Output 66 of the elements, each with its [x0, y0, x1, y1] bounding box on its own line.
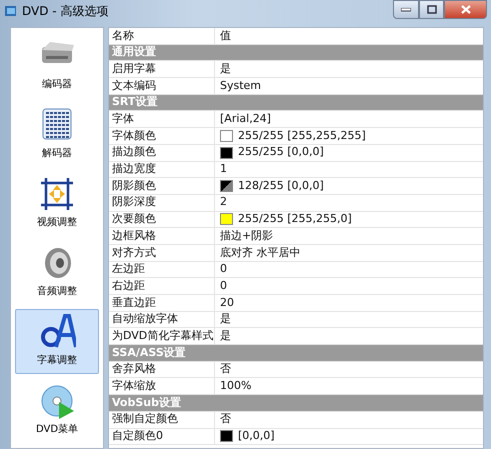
property-value: 255/255 [0,0,0]	[238, 144, 324, 160]
property-name: 自定颜色0	[112, 428, 163, 444]
property-name: 垂直边距	[112, 294, 156, 311]
maximize-button[interactable]	[419, 0, 444, 19]
sidebar-item[interactable]: 视频调整	[15, 171, 99, 236]
app-icon	[4, 4, 18, 18]
sidebar-item[interactable]: 字幕调整	[15, 309, 99, 374]
property-name: 次要颜色	[112, 211, 156, 228]
minimize-icon	[401, 8, 411, 12]
column-header: 值	[220, 28, 231, 44]
sidebar-item[interactable]: 编码器	[15, 33, 99, 98]
property-value: 255/255 [255,255,0]	[238, 211, 352, 228]
property-name: 强制自定颜色	[112, 411, 178, 428]
close-button[interactable]	[444, 0, 487, 19]
column-header: 名称	[112, 28, 134, 44]
window-title: DVD - 高级选项	[22, 3, 108, 20]
property-value: 否	[220, 361, 231, 378]
property-name: 为DVD简化字幕样式	[112, 328, 214, 344]
maximize-icon	[426, 5, 436, 14]
property-name: 文本编码	[112, 78, 156, 94]
property-name: 描边宽度	[112, 161, 156, 178]
property-value: 是	[220, 60, 231, 77]
color-swatch[interactable]	[220, 146, 233, 159]
property-value: 100%	[220, 378, 252, 394]
property-name: 字体颜色	[112, 128, 156, 144]
section-header: SRT设置	[109, 94, 483, 110]
color-swatch[interactable]	[220, 213, 233, 226]
property-name: 自动缩放字体	[112, 311, 178, 328]
sidebar-item[interactable]: DVD菜单	[15, 378, 99, 443]
sidebar-item[interactable]: 解码器	[15, 102, 99, 167]
property-value: 255/255 [255,255,255]	[238, 128, 366, 144]
property-value: 1	[220, 161, 227, 178]
property-name: 舍弃风格	[112, 361, 156, 378]
property-name: 字体	[112, 111, 134, 128]
property-value: 是	[220, 311, 231, 328]
property-name: 启用字幕	[112, 60, 156, 77]
property-name: 对齐方式	[112, 244, 156, 261]
property-value: 2	[220, 194, 227, 210]
property-value: 否	[220, 411, 231, 428]
property-value: 0	[220, 278, 227, 294]
property-value: 20	[220, 294, 234, 311]
property-name: 描边颜色	[112, 144, 156, 160]
frame-icon	[38, 175, 76, 213]
color-swatch[interactable]	[220, 180, 233, 192]
property-name: 左边距	[112, 261, 145, 278]
property-name: 边框风格	[112, 228, 156, 244]
color-swatch[interactable]	[220, 130, 233, 142]
section-header: 通用设置	[109, 44, 483, 60]
section-header: SSA/ASS设置	[109, 345, 483, 361]
property-name: 阴影深度	[112, 194, 156, 210]
minimize-button[interactable]	[393, 0, 419, 19]
section-header: VobSub设置	[109, 395, 483, 411]
sidebar-item[interactable]: 音频调整	[15, 240, 99, 305]
property-value: 是	[220, 328, 231, 344]
property-value: [0,0,0]	[238, 428, 275, 444]
property-value: 描边+阴影	[220, 228, 274, 244]
property-name: 右边距	[112, 278, 145, 294]
property-value: 128/255 [0,0,0]	[238, 178, 324, 194]
property-value: [Arial,24]	[220, 111, 271, 128]
property-value: 0	[220, 261, 227, 278]
property-name: 字体缩放	[112, 378, 156, 394]
property-value: 底对齐 水平居中	[220, 244, 300, 261]
property-value: System	[220, 78, 262, 94]
close-icon	[460, 5, 470, 14]
property-name: 阴影颜色	[112, 178, 156, 194]
color-swatch[interactable]	[220, 430, 233, 442]
